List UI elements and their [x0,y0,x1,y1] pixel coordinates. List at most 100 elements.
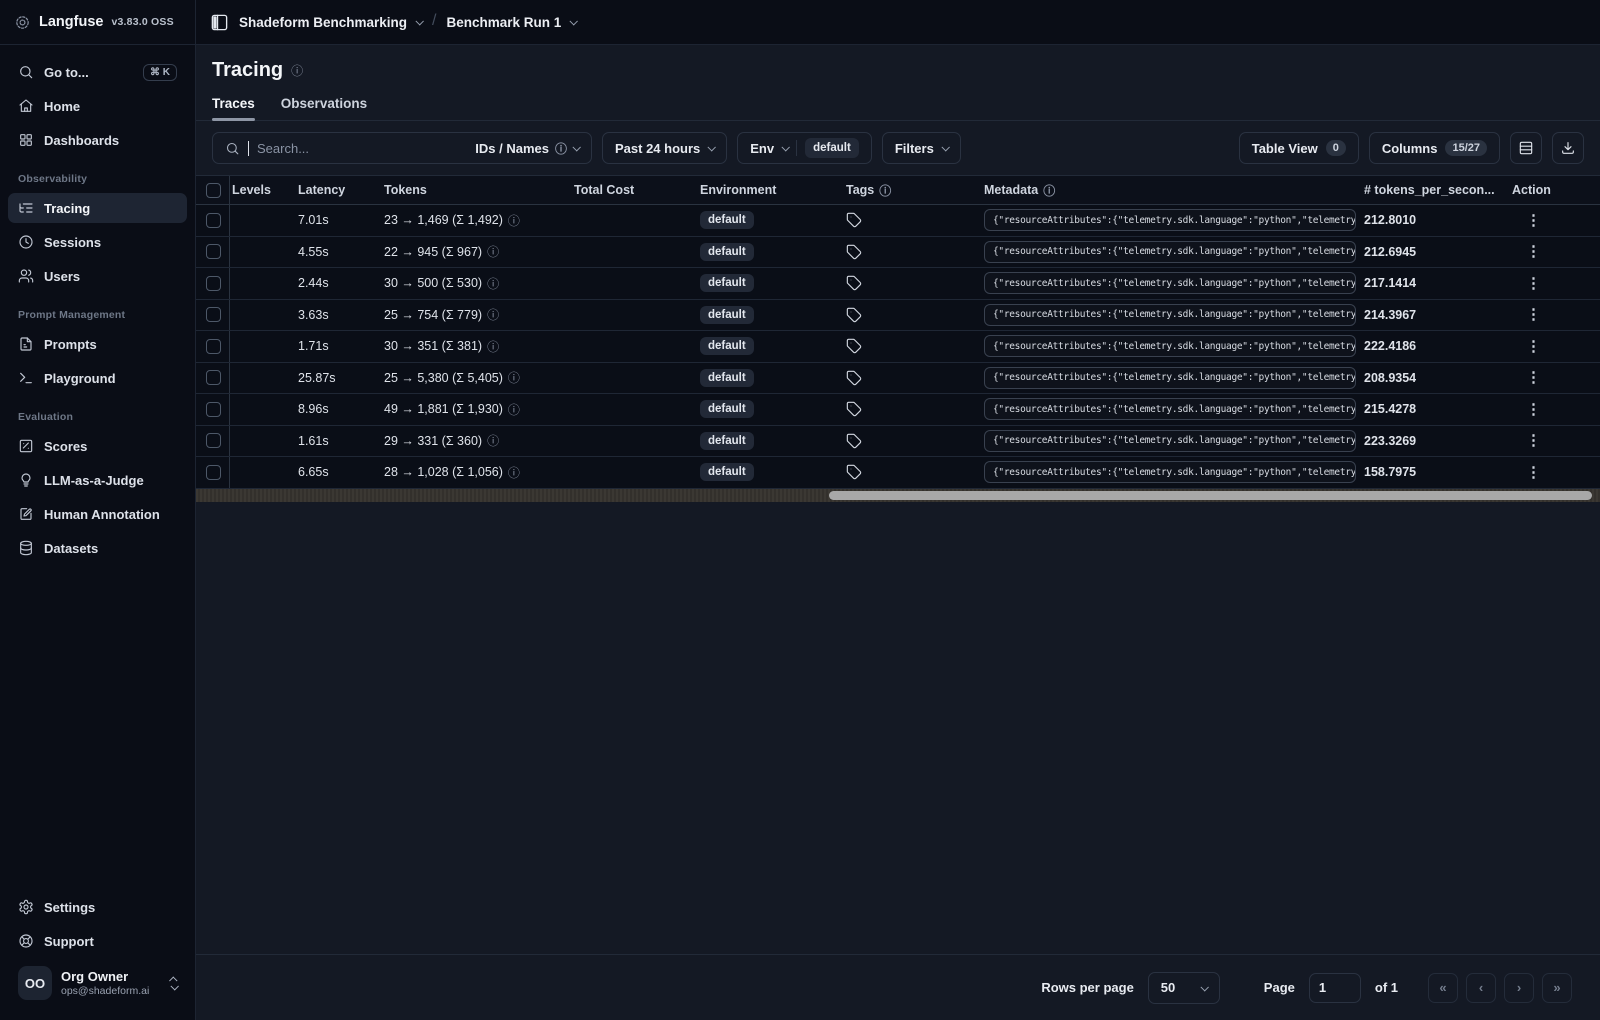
row-checkbox[interactable] [206,212,221,228]
prev-page-button[interactable]: ‹ [1466,972,1496,1003]
table-view-button[interactable]: Table View 0 [1238,132,1359,164]
first-page-button[interactable]: « [1428,972,1458,1003]
row-actions-kebab-icon[interactable]: ⋮ [1512,429,1555,452]
col-header-environment[interactable]: Environment [692,183,838,197]
sidebar-item-prompts[interactable]: Prompts [8,329,187,359]
row-checkbox[interactable] [206,275,221,291]
tab-observations[interactable]: Observations [281,96,367,120]
scores-icon [18,438,34,454]
export-button[interactable] [1552,132,1584,164]
tag-icon[interactable] [846,433,862,449]
table-row[interactable]: 25.87s 25 → 5,380 (Σ 5,405) ⓘ default {"r… [196,362,1600,394]
sidebar: Langfuse v3.83.0 OSS Go to... ⌘ K Home D… [0,0,196,1020]
filters-button[interactable]: Filters [881,132,961,164]
sidebar-item-sessions[interactable]: Sessions [8,227,187,257]
row-actions-kebab-icon[interactable]: ⋮ [1512,398,1555,421]
search-mode-select[interactable]: IDs / Names ⓘ [475,140,581,157]
info-icon: ⓘ [507,213,520,228]
next-page-button[interactable]: › [1504,972,1534,1003]
tag-icon[interactable] [846,370,862,386]
table-row[interactable]: 8.96s 49 → 1,881 (Σ 1,930) ⓘ default {"re… [196,394,1600,426]
table-row[interactable]: 3.63s 25 → 754 (Σ 779) ⓘ default {"resour… [196,299,1600,331]
sidebar-item-tracing[interactable]: Tracing [8,193,187,223]
sidebar-item-settings[interactable]: Settings [8,892,187,922]
sidebar-item-support[interactable]: Support [8,926,187,956]
sidebar-item-dashboards[interactable]: Dashboards [8,125,187,155]
metadata-pill[interactable]: {"resourceAttributes":{"telemetry.sdk.la… [984,209,1356,232]
breadcrumb-project[interactable]: Benchmark Run 1 [447,15,579,30]
metadata-pill[interactable]: {"resourceAttributes":{"telemetry.sdk.la… [984,272,1356,295]
sidebar-item-human-annotation[interactable]: Human Annotation [8,499,187,529]
metadata-pill[interactable]: {"resourceAttributes":{"telemetry.sdk.la… [984,240,1356,263]
col-header-tokens-per-second[interactable]: # tokens_per_secon... [1356,183,1504,197]
metadata-pill[interactable]: {"resourceAttributes":{"telemetry.sdk.la… [984,398,1356,421]
tag-icon[interactable] [846,338,862,354]
tag-icon[interactable] [846,464,862,480]
sidebar-item-home[interactable]: Home [8,91,187,121]
user-menu[interactable]: OO Org Owner ops@shadeform.ai [8,958,187,1012]
tag-icon[interactable] [846,244,862,260]
latency-cell: 7.01s [298,213,329,228]
sidebar-item-datasets[interactable]: Datasets [8,533,187,563]
tag-icon[interactable] [846,307,862,323]
env-filter[interactable]: Env default [737,132,872,164]
sidebar-toggle-icon[interactable] [210,13,229,32]
sidebar-item-goto[interactable]: Go to... ⌘ K [8,57,187,87]
tokens-cell: 28 → 1,028 (Σ 1,056) ⓘ [384,465,520,480]
file-icon [18,336,34,352]
metadata-pill[interactable]: {"resourceAttributes":{"telemetry.sdk.la… [984,429,1356,452]
tag-icon[interactable] [846,275,862,291]
breadcrumb-org[interactable]: Shadeform Benchmarking [239,15,424,30]
row-actions-kebab-icon[interactable]: ⋮ [1512,240,1555,263]
row-actions-kebab-icon[interactable]: ⋮ [1512,461,1555,484]
tag-icon[interactable] [846,212,862,228]
table-row[interactable]: 4.55s 22 → 945 (Σ 967) ⓘ default {"resour… [196,236,1600,268]
metadata-pill[interactable]: {"resourceAttributes":{"telemetry.sdk.la… [984,366,1356,389]
metadata-pill[interactable]: {"resourceAttributes":{"telemetry.sdk.la… [984,461,1356,484]
row-checkbox[interactable] [206,464,221,480]
metadata-pill[interactable]: {"resourceAttributes":{"telemetry.sdk.la… [984,335,1356,358]
row-checkbox[interactable] [206,370,221,386]
horizontal-scrollbar[interactable] [196,488,1600,502]
col-header-tags[interactable]: Tags ⓘ [838,182,976,199]
row-actions-kebab-icon[interactable]: ⋮ [1512,335,1555,358]
tags-cell [838,464,976,480]
row-checkbox[interactable] [206,338,221,354]
row-height-button[interactable] [1510,132,1542,164]
table-row[interactable]: 6.65s 28 → 1,028 (Σ 1,056) ⓘ default {"re… [196,457,1600,489]
col-header-latency[interactable]: Latency [290,183,376,197]
rows-per-page-select[interactable]: 50 [1147,971,1220,1004]
metadata-pill[interactable]: {"resourceAttributes":{"telemetry.sdk.la… [984,303,1356,326]
row-checkbox[interactable] [206,433,221,449]
table-row[interactable]: 7.01s 23 → 1,469 (Σ 1,492) ⓘ default {"re… [196,205,1600,237]
tag-icon[interactable] [846,401,862,417]
sidebar-item-playground[interactable]: Playground [8,363,187,393]
page-number-input[interactable]: 1 [1308,972,1361,1003]
col-header-tokens[interactable]: Tokens [376,183,566,197]
table-row[interactable]: 2.44s 30 → 500 (Σ 530) ⓘ default {"resour… [196,268,1600,300]
time-range-select[interactable]: Past 24 hours [602,132,728,164]
select-all-checkbox[interactable] [206,182,221,198]
columns-button[interactable]: Columns 15/27 [1368,132,1500,164]
scrollbar-thumb[interactable] [829,490,1592,500]
row-actions-kebab-icon[interactable]: ⋮ [1512,272,1555,295]
col-header-metadata[interactable]: Metadata ⓘ [976,182,1356,199]
row-actions-kebab-icon[interactable]: ⋮ [1512,303,1555,326]
sidebar-item-scores[interactable]: Scores [8,431,187,461]
row-actions-kebab-icon[interactable]: ⋮ [1512,366,1555,389]
row-checkbox[interactable] [206,401,221,417]
tab-traces[interactable]: Traces [212,96,255,121]
last-page-button[interactable]: » [1542,972,1572,1003]
row-checkbox[interactable] [206,244,221,260]
topbar: Shadeform Benchmarking / Benchmark Run 1 [196,0,1600,45]
sidebar-item-users[interactable]: Users [8,261,187,291]
sidebar-item-llm-as-a-judge[interactable]: LLM-as-a-Judge [8,465,187,495]
row-checkbox[interactable] [206,307,221,323]
info-icon: ⓘ [507,402,520,417]
search-input[interactable]: Search... IDs / Names ⓘ [212,132,592,164]
row-actions-kebab-icon[interactable]: ⋮ [1512,209,1555,232]
col-header-total-cost[interactable]: Total Cost [566,183,692,197]
col-header-levels[interactable]: Levels [230,183,290,197]
table-row[interactable]: 1.71s 30 → 351 (Σ 381) ⓘ default {"resour… [196,331,1600,363]
table-row[interactable]: 1.61s 29 → 331 (Σ 360) ⓘ default {"resour… [196,425,1600,457]
